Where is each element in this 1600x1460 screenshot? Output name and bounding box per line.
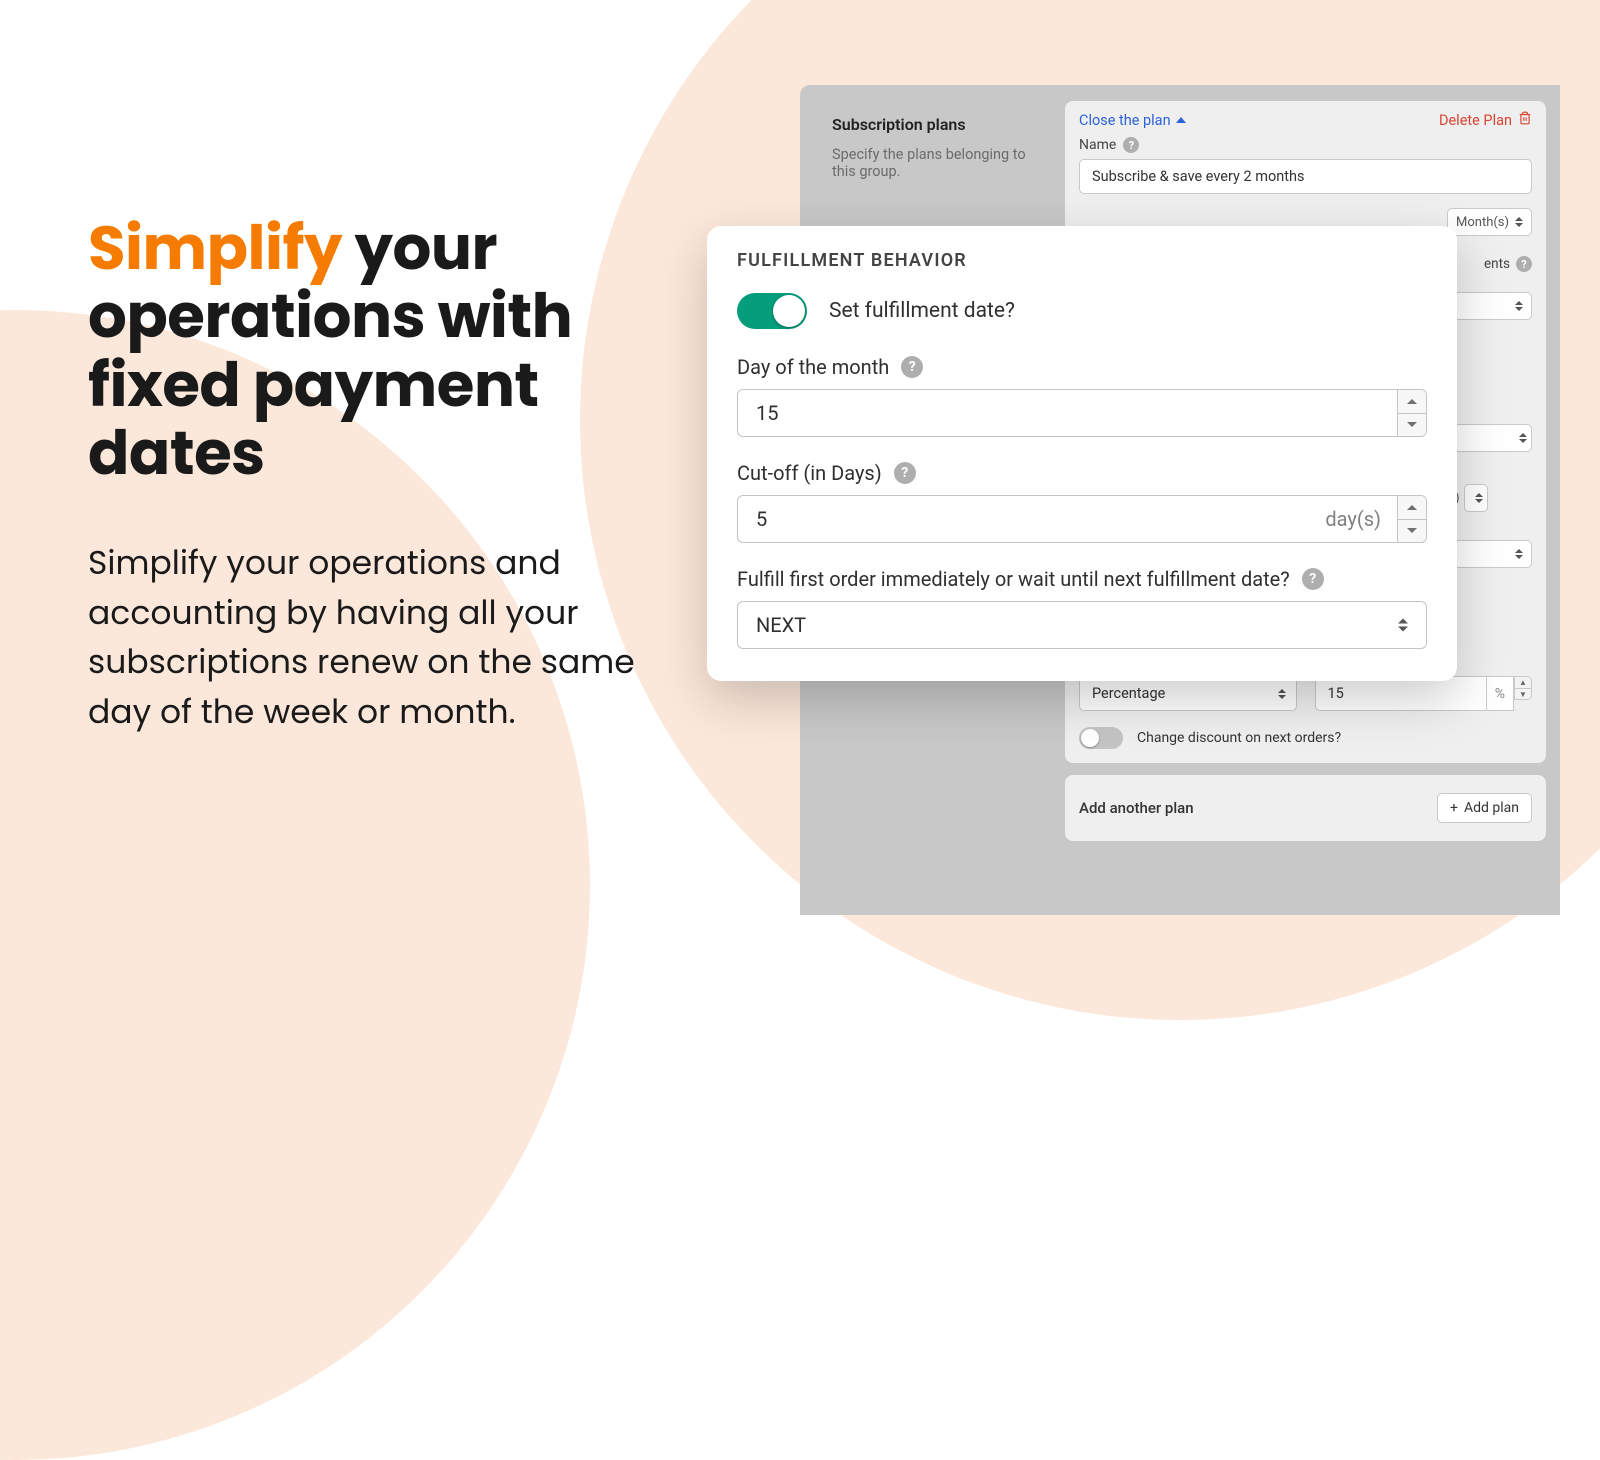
cutoff-label: Cut-off (in Days) — [737, 461, 882, 485]
cutoff-spinner[interactable] — [1397, 496, 1426, 542]
sidebar-title: Subscription plans — [832, 115, 1049, 134]
discount-type-select[interactable]: Percentage — [1079, 676, 1297, 711]
close-plan-label: Close the plan — [1079, 112, 1171, 129]
first-order-value: NEXT — [756, 613, 806, 637]
help-icon[interactable]: ? — [1302, 568, 1324, 590]
help-icon[interactable]: ? — [894, 462, 916, 484]
cutoff-value: 5 — [738, 496, 1309, 542]
trash-icon — [1518, 111, 1532, 129]
day-of-month-value: 15 — [738, 390, 1397, 436]
day-of-month-label: Day of the month — [737, 355, 889, 379]
delete-plan-link[interactable]: Delete Plan — [1439, 111, 1532, 129]
interval-unit-value: Month(s) — [1456, 215, 1509, 230]
plus-icon: + — [1450, 800, 1458, 816]
caret-up-icon — [1176, 117, 1186, 123]
ents-label: ents — [1484, 256, 1510, 272]
day-of-month-input[interactable]: 15 — [737, 389, 1427, 437]
discount-type-value: Percentage — [1092, 685, 1165, 702]
select-caret-icon — [1515, 549, 1523, 559]
discount-amount-input[interactable]: 15 — [1315, 676, 1487, 711]
spinner-down[interactable] — [1398, 520, 1426, 543]
spinner-up[interactable] — [1398, 390, 1426, 414]
marketing-copy: Simplify your operations with fixed paym… — [88, 215, 648, 736]
delete-plan-label: Delete Plan — [1439, 112, 1512, 129]
add-plan-card: Add another plan + Add plan — [1065, 775, 1546, 841]
popup-section-title: FULFILLMENT BEHAVIOR — [737, 250, 1427, 271]
change-discount-label: Change discount on next orders? — [1137, 730, 1341, 746]
spinner-icon — [1519, 433, 1527, 443]
add-plan-button[interactable]: + Add plan — [1437, 793, 1532, 823]
plan-name-input[interactable]: Subscribe & save every 2 months — [1079, 159, 1532, 194]
first-order-label: Fulfill first order immediately or wait … — [737, 567, 1290, 591]
spinner-up[interactable]: ▲ — [1514, 676, 1532, 688]
change-discount-toggle[interactable] — [1079, 727, 1123, 749]
close-plan-link[interactable]: Close the plan — [1079, 112, 1186, 129]
spinner-icon — [1475, 493, 1483, 503]
stub-select-1[interactable] — [1447, 292, 1532, 320]
interval-unit-select[interactable]: Month(s) — [1447, 208, 1532, 236]
help-icon[interactable]: ? — [1123, 137, 1139, 153]
stub-spinner-2[interactable] — [1464, 484, 1488, 512]
stub-select-2[interactable] — [1447, 540, 1532, 568]
cutoff-unit: day(s) — [1309, 496, 1397, 542]
first-order-select[interactable]: NEXT — [737, 601, 1427, 649]
select-caret-icon — [1278, 689, 1286, 699]
help-icon[interactable]: ? — [1516, 256, 1532, 272]
add-plan-button-label: Add plan — [1464, 800, 1519, 816]
cutoff-input[interactable]: 5 day(s) — [737, 495, 1427, 543]
plan-name-value: Subscribe & save every 2 months — [1092, 168, 1304, 185]
add-another-plan-text: Add another plan — [1079, 799, 1194, 817]
select-caret-icon — [1515, 217, 1523, 227]
fulfillment-behavior-popup: FULFILLMENT BEHAVIOR Set fulfillment dat… — [707, 226, 1457, 681]
stub-spinner-1[interactable] — [1447, 424, 1532, 452]
select-caret-icon — [1515, 301, 1523, 311]
day-of-month-spinner[interactable] — [1397, 390, 1426, 436]
discount-amount-spinner[interactable]: ▲ ▼ — [1514, 676, 1532, 711]
discount-amount-value: 15 — [1328, 685, 1344, 702]
set-fulfillment-toggle[interactable] — [737, 293, 807, 329]
marketing-heading: Simplify your operations with fixed paym… — [88, 215, 648, 488]
select-caret-icon — [1398, 619, 1408, 632]
spinner-up[interactable] — [1398, 496, 1426, 520]
discount-unit: % — [1487, 676, 1514, 711]
help-icon[interactable]: ? — [901, 356, 923, 378]
set-fulfillment-label: Set fulfillment date? — [829, 299, 1015, 323]
spinner-down[interactable] — [1398, 414, 1426, 437]
name-label: Name — [1079, 137, 1116, 153]
spinner-down[interactable]: ▼ — [1514, 688, 1532, 700]
sidebar-subtitle: Specify the plans belonging to this grou… — [832, 146, 1049, 180]
marketing-body: Simplify your operations and accounting … — [88, 538, 648, 736]
